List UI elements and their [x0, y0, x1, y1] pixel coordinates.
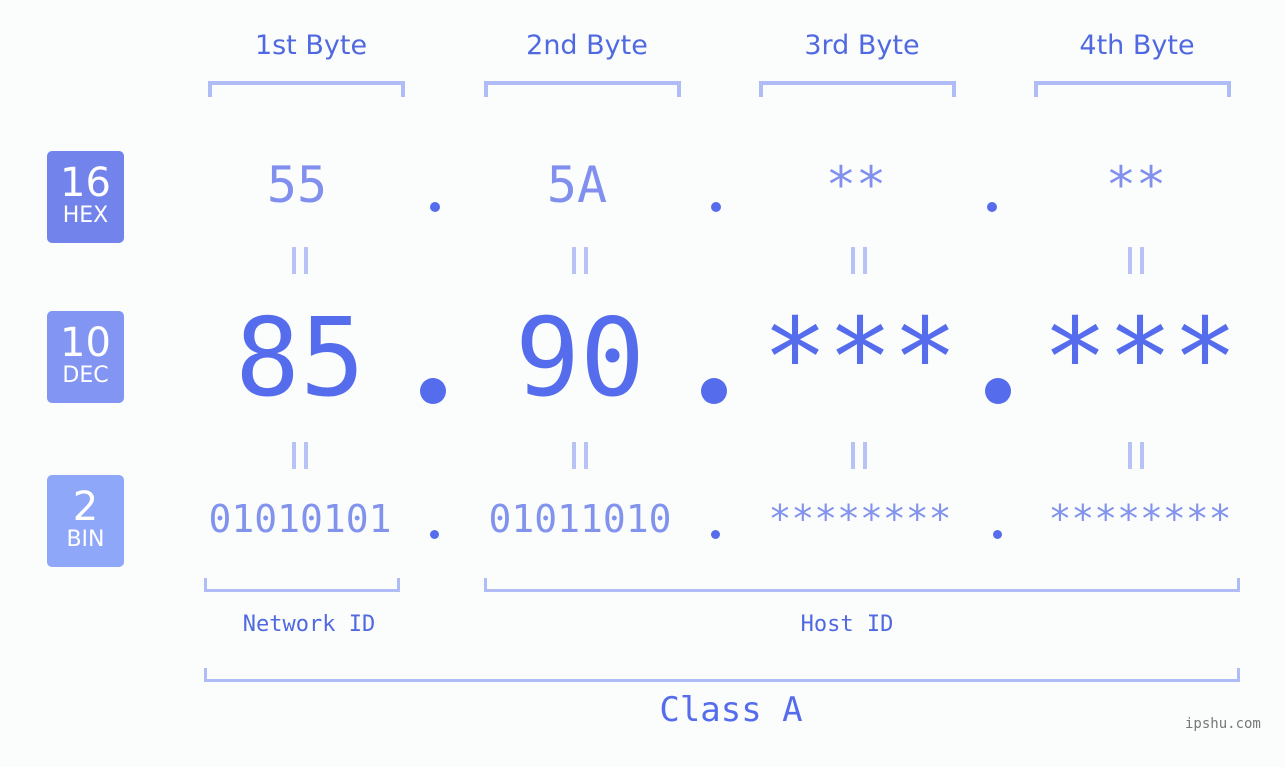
host-id-bracket [484, 578, 1240, 592]
dec-base-number: 10 [60, 320, 111, 366]
bin-value-3: ******** [768, 497, 952, 541]
bin-badge: 2 BIN [47, 475, 124, 567]
dec-separator-3 [985, 378, 1011, 404]
dec-value-4: *** [1042, 296, 1238, 421]
equals-icon [292, 247, 308, 274]
byte-bracket-2 [484, 81, 681, 97]
class-bracket [204, 668, 1240, 682]
bin-base-label: BIN [66, 527, 105, 552]
hex-separator-1 [430, 202, 440, 212]
bin-base-number: 2 [72, 484, 99, 530]
equals-icon [1128, 247, 1144, 274]
equals-icon [292, 442, 308, 469]
byte-bracket-3 [759, 81, 956, 97]
equals-icon [1128, 442, 1144, 469]
hex-value-4: ** [1105, 156, 1167, 214]
hex-base-label: HEX [62, 203, 109, 228]
host-id-label: Host ID [800, 612, 894, 637]
dec-separator-2 [701, 378, 727, 404]
dec-value-3: *** [762, 296, 958, 421]
hex-value-2: 5A [546, 156, 608, 214]
hex-separator-2 [711, 202, 721, 212]
watermark: ipshu.com [1185, 716, 1261, 732]
equals-icon [572, 247, 588, 274]
bin-value-2: 01011010 [488, 497, 672, 541]
hex-badge: 16 HEX [47, 151, 124, 243]
hex-separator-3 [987, 202, 997, 212]
hex-value-3: ** [825, 156, 887, 214]
byte-label-2: 2nd Byte [526, 30, 648, 61]
equals-icon [572, 442, 588, 469]
bin-value-4: ******** [1048, 497, 1232, 541]
dec-value-1: 85 [234, 296, 366, 421]
network-id-bracket [204, 578, 400, 592]
hex-value-1: 55 [266, 156, 328, 214]
bin-separator-1 [430, 530, 439, 539]
bin-value-1: 01010101 [208, 497, 392, 541]
byte-label-1: 1st Byte [254, 30, 368, 61]
dec-base-label: DEC [62, 363, 109, 388]
class-label: Class A [659, 690, 803, 730]
network-id-label: Network ID [242, 612, 376, 637]
dec-separator-1 [420, 378, 446, 404]
equals-icon [851, 442, 867, 469]
byte-bracket-4 [1034, 81, 1231, 97]
dec-value-2: 90 [514, 296, 646, 421]
bin-separator-2 [711, 530, 720, 539]
bin-separator-3 [993, 530, 1002, 539]
byte-label-3: 3rd Byte [804, 30, 920, 61]
equals-icon [851, 247, 867, 274]
byte-bracket-1 [208, 81, 405, 97]
byte-label-4: 4th Byte [1079, 30, 1195, 61]
hex-base-number: 16 [60, 160, 111, 206]
dec-badge: 10 DEC [47, 311, 124, 403]
